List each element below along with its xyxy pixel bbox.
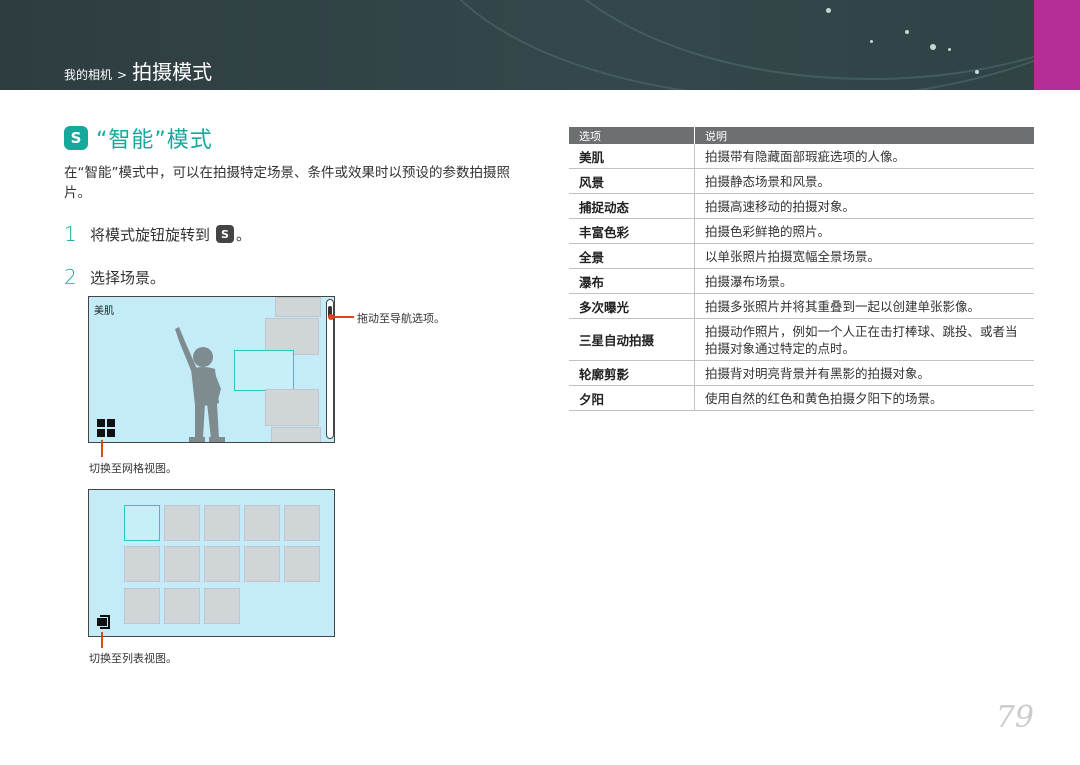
description-cell: 拍摄高速移动的拍摄对象。 (705, 198, 856, 214)
chapter-header: 我的相机 > 拍摄模式 (0, 0, 1080, 90)
decorative-dot (948, 48, 951, 51)
camera-screen-grid-view (88, 489, 335, 637)
description-cell: 拍摄多张照片并将其重叠到一起以创建单张影像。 (705, 298, 981, 314)
decorative-dot (930, 44, 936, 50)
section-tab-marker (1034, 0, 1080, 90)
description-cell: 拍摄带有隐藏面部瑕疵选项的人像。 (705, 148, 906, 164)
table-row: 瀑布 拍摄瀑布场景。 (569, 269, 1034, 294)
option-cell: 风景 (569, 169, 695, 193)
table-row: 多次曝光 拍摄多张照片并将其重叠到一起以创建单张影像。 (569, 294, 1034, 319)
scene-thumbnail[interactable] (271, 427, 321, 442)
description-cell: 拍摄色彩鲜艳的照片。 (705, 223, 831, 239)
section-title: S “智能”模式 (64, 122, 213, 154)
scroll-track[interactable] (326, 299, 334, 439)
description-cell: 使用自然的红色和黄色拍摄夕阳下的场景。 (705, 390, 943, 406)
smart-mode-icon: S (64, 126, 88, 150)
description-cell: 以单张照片拍摄宽幅全景场景。 (705, 248, 881, 264)
intro-paragraph: 在“智能”模式中，可以在拍摄特定场景、条件或效果时以预设的参数拍摄照片。 (64, 165, 510, 201)
option-cell: 三星自动拍摄 (569, 319, 695, 360)
step-number: 2 (64, 265, 77, 289)
scene-thumbnail[interactable] (204, 546, 240, 582)
table-row: 风景 拍摄静态场景和风景。 (569, 169, 1034, 194)
description-cell: 拍摄瀑布场景。 (705, 273, 793, 289)
callout-scroll-text: 拖动至导航选项。 (357, 312, 445, 325)
breadcrumb-parent: 我的相机 (64, 68, 113, 82)
camera-screen-list-view: 美肌 (88, 296, 335, 443)
step-text: 将模式旋钮旋转到 (90, 225, 211, 244)
callout-line (101, 632, 103, 648)
scene-thumbnail[interactable] (204, 505, 240, 541)
scene-thumbnail[interactable] (164, 588, 200, 624)
scene-thumbnail[interactable] (124, 588, 160, 624)
callout-list-text: 切换至列表视图。 (89, 652, 177, 665)
scene-thumbnail-selected[interactable] (234, 350, 294, 391)
smart-mode-icon: S (216, 225, 235, 243)
callout-grid-text: 切换至网格视图。 (89, 462, 177, 475)
table-row: 夕阳 使用自然的红色和黄色拍摄夕阳下的场景。 (569, 386, 1034, 411)
scene-thumbnail[interactable] (204, 588, 240, 624)
scene-thumbnail[interactable] (164, 505, 200, 541)
scene-thumbnail[interactable] (124, 546, 160, 582)
description-cell: 拍摄背对明亮背景并有黑影的拍摄对象。 (705, 365, 931, 381)
description-cell: 拍摄动作照片，例如一个人正在击打棒球、跳投、或者当拍摄对象通过特定的点时。 (705, 323, 1018, 356)
option-cell: 多次曝光 (569, 294, 695, 318)
page-number: 79 (995, 700, 1034, 735)
table-header: 选项 说明 (569, 127, 1034, 144)
table-row: 轮廓剪影 拍摄背对明亮背景并有黑影的拍摄对象。 (569, 361, 1034, 386)
scene-thumbnail[interactable] (265, 389, 319, 426)
description-cell: 拍摄静态场景和风景。 (705, 173, 831, 189)
callout-dot (328, 314, 334, 320)
step-text: 选择场景。 (90, 268, 166, 287)
table-row: 丰富色彩 拍摄色彩鲜艳的照片。 (569, 219, 1034, 244)
decorative-dot (905, 30, 909, 34)
child-silhouette-image (175, 327, 225, 442)
scene-label: 美肌 (94, 306, 114, 317)
scene-thumbnail[interactable] (284, 505, 320, 541)
table-row: 三星自动拍摄 拍摄动作照片，例如一个人正在击打棒球、跳投、或者当拍摄对象通过特定… (569, 319, 1034, 361)
decorative-dot (870, 40, 873, 43)
table-row: 美肌 拍摄带有隐藏面部瑕疵选项的人像。 (569, 144, 1034, 169)
scene-thumbnail[interactable] (164, 546, 200, 582)
option-cell: 夕阳 (569, 386, 695, 410)
column-header-option: 选项 (569, 127, 695, 144)
step-number: 1 (64, 222, 77, 246)
callout-line (331, 316, 354, 318)
step-1: 1 将模式旋钮旋转到 S 。 (64, 222, 251, 246)
option-cell: 瀑布 (569, 269, 695, 293)
scene-thumbnail[interactable] (284, 546, 320, 582)
scene-thumbnail[interactable] (244, 505, 280, 541)
breadcrumb-separator: > (117, 68, 128, 82)
table-row: 全景 以单张照片拍摄宽幅全景场景。 (569, 244, 1034, 269)
option-cell: 全景 (569, 244, 695, 268)
option-cell: 丰富色彩 (569, 219, 695, 243)
decorative-dot (826, 8, 831, 13)
scene-thumbnail[interactable] (275, 297, 321, 317)
decorative-dot (975, 70, 979, 74)
breadcrumb-current: 拍摄模式 (132, 60, 213, 84)
step-2: 2 选择场景。 (64, 265, 165, 289)
option-cell: 捕捉动态 (569, 194, 695, 218)
column-header-description: 说明 (705, 129, 727, 143)
table-row: 捕捉动态 拍摄高速移动的拍摄对象。 (569, 194, 1034, 219)
option-cell: 美肌 (569, 144, 695, 168)
list-view-icon[interactable] (96, 614, 112, 630)
option-cell: 轮廓剪影 (569, 361, 695, 385)
scene-thumbnail-selected[interactable] (124, 505, 160, 541)
grid-view-icon[interactable] (97, 419, 115, 437)
scene-options-table: 选项 说明 美肌 拍摄带有隐藏面部瑕疵选项的人像。 风景 拍摄静态场景和风景。 … (569, 127, 1034, 411)
step-text-end: 。 (236, 225, 252, 244)
callout-line (101, 440, 103, 457)
breadcrumb: 我的相机 > 拍摄模式 (64, 56, 212, 85)
section-title-text: “智能”模式 (96, 128, 213, 153)
scene-thumbnail[interactable] (244, 546, 280, 582)
